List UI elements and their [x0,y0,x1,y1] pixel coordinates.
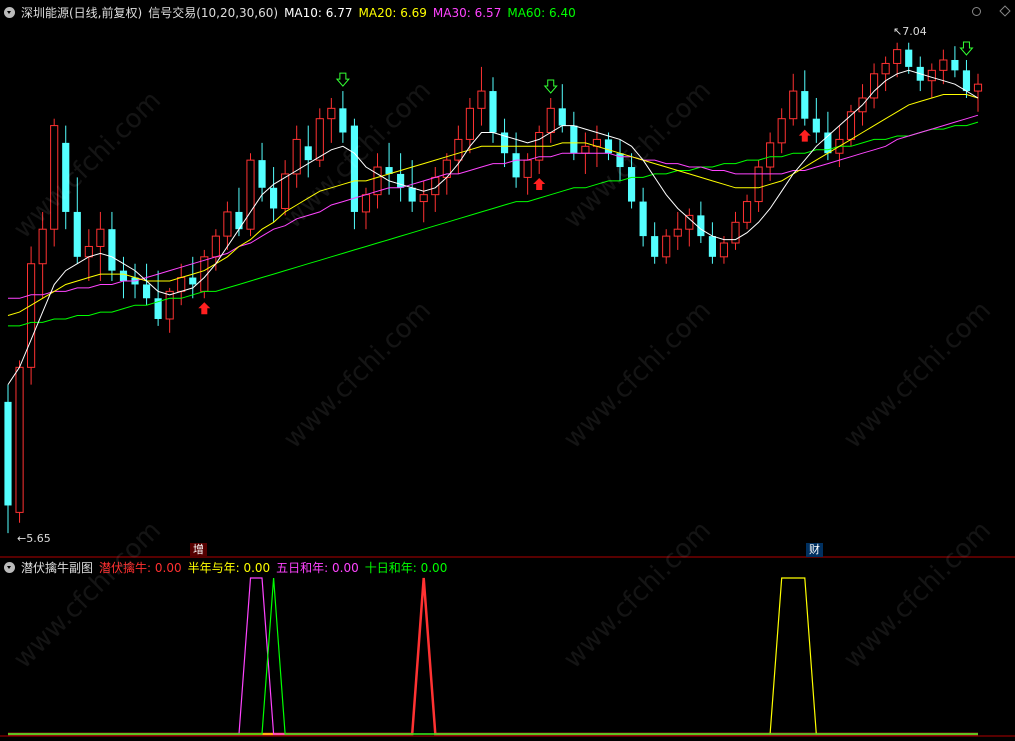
candle-body-down [812,118,820,133]
stock-title: 深圳能源(日线,前复权) [21,6,143,20]
candle-body-down [4,401,12,506]
candle-body-down [235,211,243,230]
candle-body-up [581,145,590,154]
low-price-label: ←5.65 [17,532,51,545]
sub-label-wuri: 五日和年: 0.00 [276,561,359,575]
candle-body-down [962,70,971,92]
buy-signal-arrow [798,129,811,142]
candle-body-down [62,142,70,212]
candle-body-down [189,277,197,285]
sell-signal-arrow [335,72,350,87]
candle-body-down [697,215,705,237]
sub-label-shiri: 十日和年: 0.00 [364,561,448,575]
candle-body-down [951,59,959,71]
candle-body-down [270,187,278,209]
buy-signal-arrow [533,177,546,190]
candle-body-up [766,142,775,168]
candle-body-up [546,107,555,134]
sub-indicator-name: 潜伏擒牛副图 [21,561,94,575]
candle-body-up [927,69,936,82]
candle-body-down [616,153,624,168]
candle-body-up [893,49,902,64]
candle-body-up [742,201,752,223]
sub-line-shiri [8,577,978,735]
candle-body-up [27,263,36,368]
candle-body-up [327,107,336,120]
candle-body-down [651,236,659,257]
ma30-label: MA30: 6.57 [432,6,502,20]
candle-body-up [223,211,232,237]
candle-body-up [50,125,59,230]
candle-body-down [627,167,636,202]
ma20-label: MA20: 6.69 [358,6,427,20]
candle-body-up [754,166,763,203]
main-header: 深圳能源(日线,前复权) 信号交易(10,20,30,60) MA10: 6.77 M… [4,4,582,22]
candle-body-down [570,125,578,154]
buy-signal-arrow [198,302,211,315]
sub-header: 潜伏擒牛副图 潜伏擒牛: 0.00 半年与年: 0.00 五日和年: 0.00 十日和年… [4,559,453,577]
sell-signal-arrow [959,41,974,56]
candle-body-up [38,228,47,265]
sub-settings-toggle-icon[interactable] [4,562,15,573]
candlestick-chart[interactable] [0,0,1015,741]
indicator-name: 信号交易(10,20,30,60) [148,6,279,20]
candle-body-down [108,229,116,271]
ma10-label: MA10: 6.77 [284,6,353,20]
candle-body-up [523,159,532,178]
candle-body-down [142,284,151,299]
candle-body-down [604,139,613,154]
settings-icon[interactable] [972,7,981,16]
candle-body-up [315,118,324,161]
candle-body-up [177,277,186,292]
candle-body-up [454,138,463,161]
ma60-label: MA60: 6.40 [507,6,576,20]
candle-body-down [339,108,347,133]
candle-body-up [84,245,93,258]
candle-body-up [361,194,371,213]
candle-body-up [419,194,428,203]
sub-line-bannian [8,577,978,735]
candle-body-up [719,242,729,258]
candle-body-up [465,107,474,140]
candle-body-down [639,201,647,237]
ma60-line [8,121,979,327]
candle-body-down [489,91,497,133]
candle-body-up [881,62,890,75]
candle-body-up [15,366,24,513]
candle-body-down [558,108,566,126]
tag-zeng[interactable]: 增 [190,543,207,557]
candle-body-down [408,187,416,202]
tag-cai[interactable]: 财 [806,543,823,557]
candle-body-up [846,111,856,140]
candle-body-up [165,290,174,320]
sub-line-wuri [8,577,978,735]
sub-label-bannian: 半年与年: 0.00 [187,561,271,575]
candle-body-down [801,91,809,119]
candle-body-up [96,228,105,247]
candle-body-up [477,90,486,109]
candle-body-up [685,214,694,230]
candle-body-down [708,236,716,257]
candle-body-up [211,235,220,258]
sub-label-qianfu: 潜伏擒牛: 0.00 [99,561,182,575]
candle-body-up [246,159,255,230]
candle-body-down [119,270,128,281]
candle-body-up [939,59,948,71]
candle-body-up [973,83,983,92]
candle-body-down [258,160,266,188]
candle-body-down [304,146,312,161]
candle-body-up [777,118,786,144]
settings-toggle-icon[interactable] [4,7,15,18]
high-price-label: ↖7.04 [893,25,927,38]
candle-body-down [397,173,405,188]
sub-line-qianfu [8,577,978,736]
sell-signal-arrow [543,79,558,94]
candle-body-up [789,90,798,120]
candle-body-up [673,228,682,237]
chart-stage[interactable] [0,0,1015,741]
candle-body-down [73,211,81,257]
candle-body-up [662,235,671,258]
candle-body-down [512,153,520,178]
candle-body-down [905,49,913,67]
